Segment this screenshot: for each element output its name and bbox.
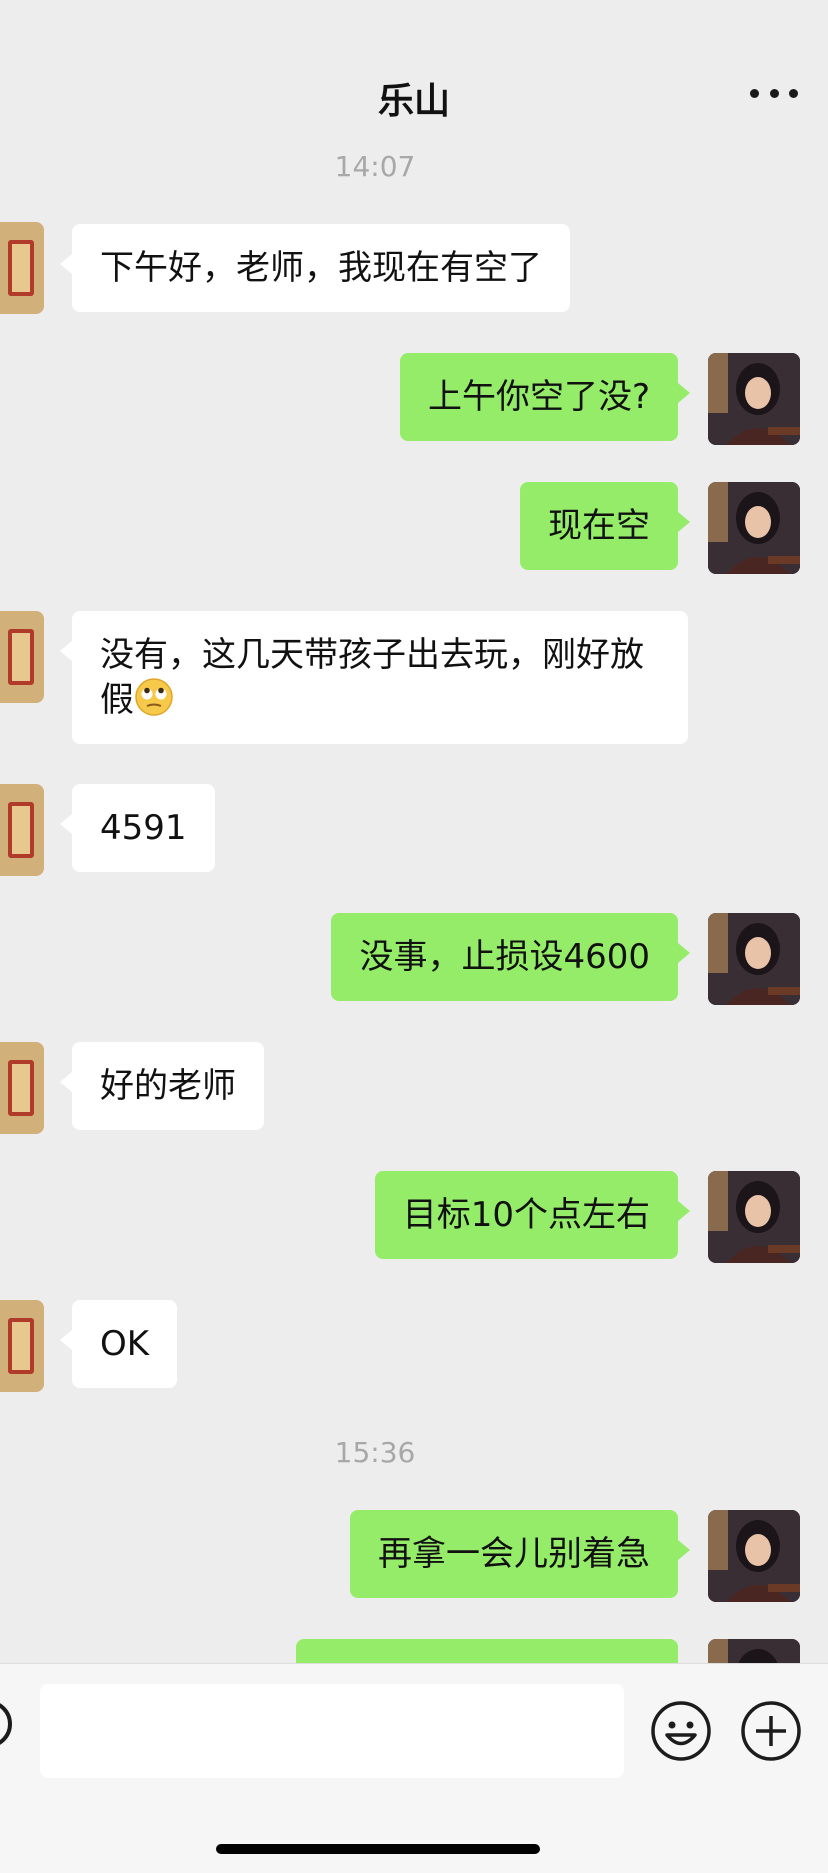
message-input[interactable]: [40, 1684, 624, 1778]
plus-icon[interactable]: [740, 1700, 802, 1762]
message-text: OK: [100, 1324, 150, 1364]
voice-icon[interactable]: [0, 1700, 12, 1748]
contact-avatar[interactable]: [0, 1300, 44, 1392]
timestamp: 15:36: [334, 1436, 416, 1469]
timestamp: 14:07: [334, 150, 416, 183]
chat-header: 乐山: [0, 0, 828, 150]
contact-avatar[interactable]: [0, 222, 44, 314]
contact-avatar[interactable]: [0, 784, 44, 876]
incoming-message[interactable]: OK: [59, 1300, 178, 1388]
outgoing-message[interactable]: [296, 1639, 678, 1663]
incoming-message[interactable]: 4591: [60, 784, 215, 872]
outgoing-message[interactable]: 没事，止损设4600: [331, 913, 690, 1001]
message-text: 再拿一会儿别着急: [378, 1534, 650, 1574]
incoming-message[interactable]: 下午好，老师，我现在有空了: [60, 224, 570, 312]
message-text: 没事，止损设4600: [359, 937, 650, 977]
incoming-message[interactable]: 没有，这几天带孩子出去玩，刚好放假: [60, 611, 688, 744]
input-bar: [0, 1663, 828, 1873]
rolling-eyes-emoji: [135, 678, 173, 716]
user-avatar[interactable]: [708, 353, 800, 445]
outgoing-message[interactable]: 目标10个点左右: [374, 1171, 691, 1259]
contact-avatar[interactable]: [0, 611, 44, 703]
outgoing-message[interactable]: 再拿一会儿别着急: [350, 1510, 690, 1598]
incoming-message[interactable]: 好的老师: [60, 1042, 264, 1130]
message-list[interactable]: 14:07 下午好，老师，我现在有空了 上午你空了没? 现在空 没有，这几天带孩…: [0, 150, 828, 1663]
home-indicator: [216, 1844, 540, 1854]
user-avatar[interactable]: [708, 1639, 800, 1663]
chat-title: 乐山: [377, 81, 450, 122]
message-text: 上午你空了没?: [427, 377, 650, 417]
message-text: 下午好，老师，我现在有空了: [100, 248, 542, 288]
outgoing-message[interactable]: 现在空: [520, 482, 690, 570]
user-avatar[interactable]: [708, 1510, 800, 1602]
message-text: 4591: [100, 808, 187, 848]
message-text: 目标10个点左右: [402, 1195, 650, 1235]
message-text: 好的老师: [100, 1066, 236, 1106]
user-avatar[interactable]: [708, 913, 800, 1005]
user-avatar[interactable]: [708, 482, 800, 574]
outgoing-message[interactable]: 上午你空了没?: [399, 353, 691, 441]
emoji-icon[interactable]: [650, 1700, 712, 1762]
user-avatar[interactable]: [708, 1171, 800, 1263]
message-text: 没有，这几天带孩子出去玩，刚好放假: [100, 635, 644, 720]
more-dots-icon[interactable]: [750, 86, 798, 100]
message-text: 现在空: [548, 506, 650, 546]
contact-avatar[interactable]: [0, 1042, 44, 1134]
